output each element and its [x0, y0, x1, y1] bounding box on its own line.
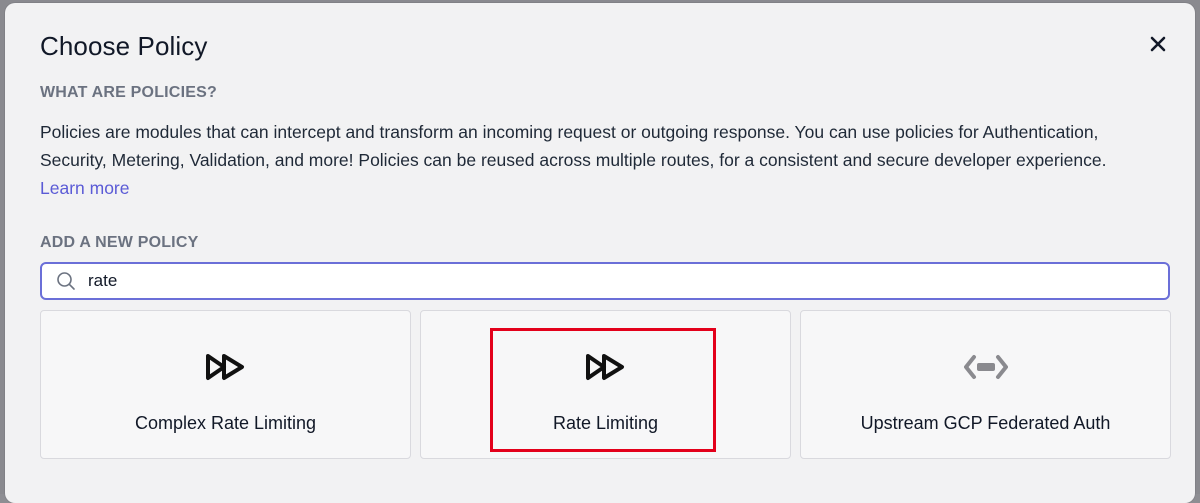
learn-more-link[interactable]: Learn more: [40, 178, 130, 198]
policies-description: Policies are modules that can intercept …: [40, 118, 1150, 202]
fast-forward-icon: [585, 354, 624, 380]
close-icon: [1150, 36, 1166, 52]
policy-card-complex-rate-limiting[interactable]: Complex Rate Limiting: [40, 310, 411, 459]
policy-card-rate-limiting[interactable]: Rate Limiting: [420, 310, 791, 459]
policy-card-name: Rate Limiting: [552, 413, 659, 433]
policy-card-name: Upstream GCP Federated Auth: [860, 413, 1111, 433]
policy-card-name: Complex Rate Limiting: [134, 413, 317, 433]
policies-description-text: Policies are modules that can intercept …: [40, 122, 1107, 170]
code-brackets-icon: [963, 355, 1008, 379]
what-are-policies-heading: WHAT ARE POLICIES?: [40, 84, 217, 101]
policy-search-box[interactable]: [40, 262, 1170, 300]
dialog-title: Choose Policy: [40, 31, 208, 61]
fast-forward-icon: [205, 354, 244, 380]
choose-policy-dialog: Choose Policy WHAT ARE POLICIES? Policie…: [5, 3, 1195, 503]
policy-search-input[interactable]: [88, 271, 1088, 291]
search-icon: [57, 272, 75, 290]
close-button[interactable]: [1147, 33, 1169, 55]
add-policy-heading: ADD A NEW POLICY: [40, 234, 199, 251]
policy-card-upstream-gcp-federated-auth[interactable]: Upstream GCP Federated Auth: [800, 310, 1171, 459]
